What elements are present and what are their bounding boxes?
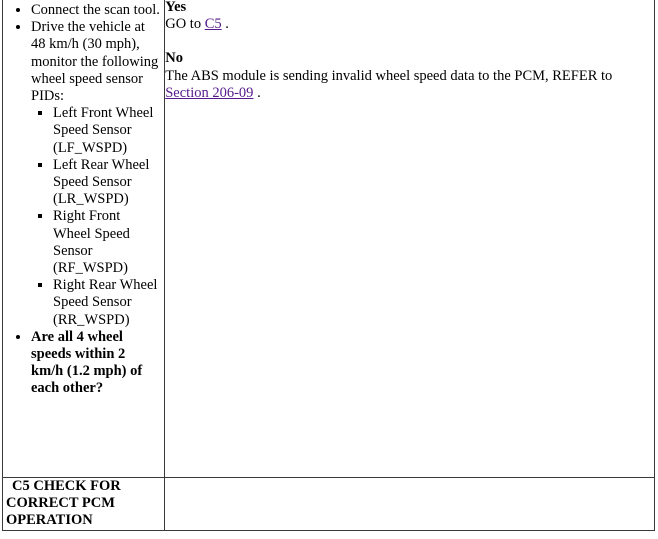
step-text: Connect the scan tool.	[31, 2, 160, 18]
list-item: Left Rear Wheel Speed Sensor (LR_WSPD)	[53, 157, 160, 209]
answer-yes-prefix: GO to	[165, 16, 205, 33]
step-header-cell: C5 CHECK FOR CORRECT PCM OPERATION	[1, 477, 166, 531]
question-text: Are all 4 wheel speeds within 2 km/h (1.…	[31, 328, 143, 397]
step-empty-cell	[164, 477, 655, 531]
answer-no-prefix: The ABS module is sending invalid wheel …	[165, 67, 613, 84]
answer-spacer	[165, 33, 654, 50]
step-header-title: C5 CHECK FOR CORRECT PCM OPERATION	[6, 478, 121, 529]
answer-no-label: No	[165, 50, 183, 67]
list-item: Right Rear Wheel Speed Sensor (RR_WSPD)	[53, 277, 160, 329]
list-item: Drive the vehicle at 48 km/h (30 mph), m…	[31, 19, 160, 329]
procedure-step-list: Connect the scan tool. Drive the vehicle…	[3, 2, 164, 398]
pid-label: Right Front Wheel Speed Sensor (RF_WSPD)	[53, 208, 130, 277]
table-row: C5 CHECK FOR CORRECT PCM OPERATION	[1, 477, 655, 531]
list-item: Connect the scan tool.	[31, 2, 160, 19]
step-text: Drive the vehicle at 48 km/h (30 mph), m…	[31, 19, 159, 105]
list-item: Left Front Wheel Speed Sensor (LF_WSPD)	[53, 105, 160, 157]
answer-no-body: The ABS module is sending invalid wheel …	[165, 68, 654, 102]
list-item: Right Front Wheel Speed Sensor (RF_WSPD)	[53, 208, 160, 277]
answers-cell: Yes GO to C5 . No The ABS module is send…	[164, 0, 655, 478]
table-row: Connect the scan tool. Drive the vehicle…	[1, 0, 655, 478]
pid-label: Left Rear Wheel Speed Sensor (LR_WSPD)	[53, 156, 150, 208]
answer-yes-body: GO to C5 .	[165, 16, 654, 33]
answer-yes-suffix: .	[221, 16, 229, 33]
answer-yes: Yes GO to C5 .	[165, 0, 654, 33]
answer-no-suffix: .	[253, 84, 261, 101]
diagnostic-table: Connect the scan tool. Drive the vehicle…	[1, 0, 655, 531]
link-section-206-09[interactable]: Section 206-09	[165, 85, 253, 101]
procedure-cell: Connect the scan tool. Drive the vehicle…	[1, 0, 166, 478]
answer-yes-label: Yes	[165, 0, 187, 15]
pid-sublist: Left Front Wheel Speed Sensor (LF_WSPD) …	[31, 105, 160, 329]
link-c5[interactable]: C5	[205, 16, 222, 32]
list-item-question: Are all 4 wheel speeds within 2 km/h (1.…	[31, 329, 160, 398]
pid-label: Right Rear Wheel Speed Sensor (RR_WSPD)	[53, 277, 158, 328]
page-root: Connect the scan tool. Drive the vehicle…	[0, 0, 658, 539]
answer-no: No The ABS module is sending invalid whe…	[165, 50, 654, 102]
pid-label: Left Front Wheel Speed Sensor (LF_WSPD)	[53, 105, 154, 156]
